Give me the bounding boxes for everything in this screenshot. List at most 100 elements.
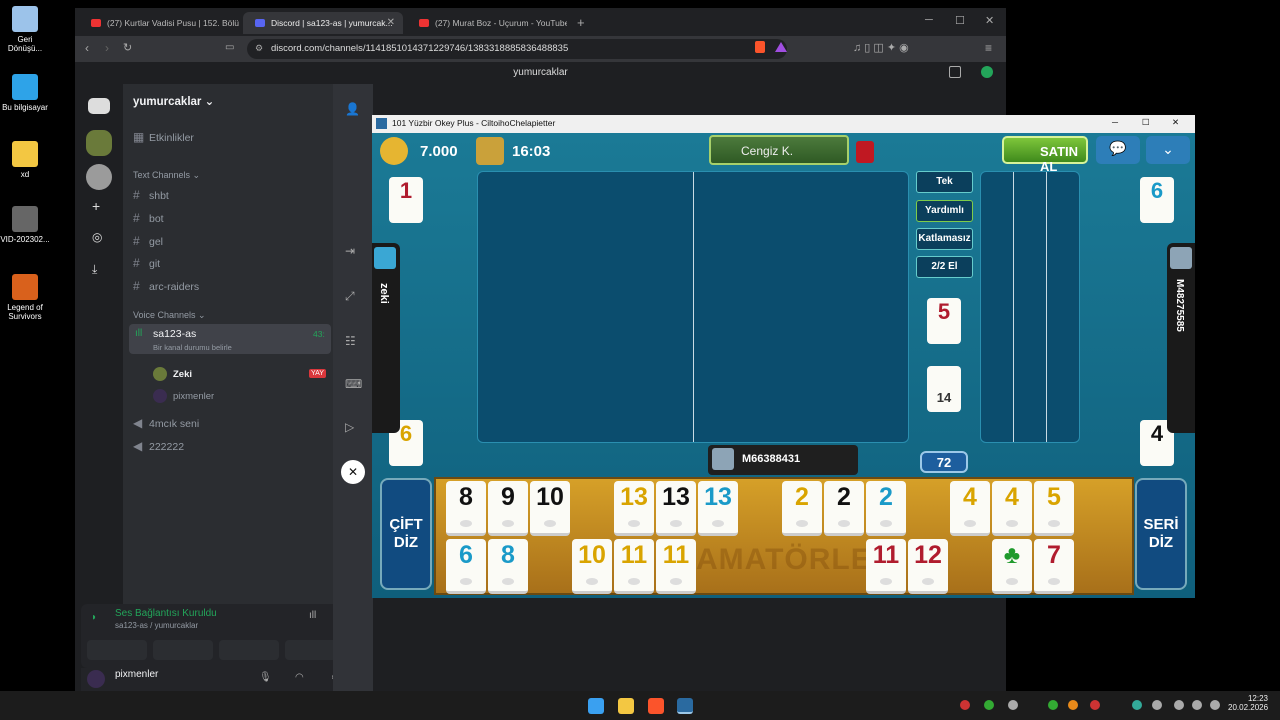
connection-channel[interactable]: sa123-as / yumurcaklar <box>115 621 198 630</box>
maximize-icon[interactable]: ☐ <box>1142 117 1150 128</box>
chevron-down-icon[interactable]: ⌄ <box>1146 136 1190 164</box>
url-input[interactable]: ⚙ discord.com/channels/11418510143712297… <box>247 39 787 59</box>
close-window-icon[interactable]: ✕ <box>1172 117 1179 128</box>
rack-tile[interactable]: 5 <box>1034 481 1074 536</box>
server-icon-other[interactable] <box>86 164 112 190</box>
rack-tile[interactable]: 10 <box>530 481 570 536</box>
right-player-panel[interactable]: M48275585 <box>1167 243 1195 433</box>
tag-icon[interactable]: ▷ <box>345 420 354 434</box>
channel-gel[interactable]: # gel <box>133 234 163 248</box>
site-info-icon[interactable]: ⚙ <box>255 43 263 54</box>
server-name[interactable]: yumurcaklar ⌄ <box>133 94 214 108</box>
rack-tile[interactable]: ♣ <box>992 539 1032 594</box>
discord-home-icon[interactable] <box>88 98 110 114</box>
wifi-icon[interactable] <box>1174 700 1184 710</box>
category-text-channels[interactable]: Text Channels ⌄ <box>133 170 200 181</box>
discard-tile-top-left[interactable]: 1 <box>389 177 423 223</box>
help-icon[interactable] <box>981 66 993 78</box>
brave-icon[interactable] <box>648 698 664 714</box>
draw-pile-tile[interactable]: 14 <box>927 366 961 412</box>
headphone-icon[interactable]: ◠ <box>295 672 304 683</box>
chat-icon[interactable]: 💬 <box>1096 136 1140 164</box>
start-icon[interactable] <box>588 698 604 714</box>
sliders-icon[interactable]: ☷ <box>345 334 356 348</box>
maximize-icon[interactable]: ☐ <box>955 14 965 27</box>
volume-icon[interactable] <box>1192 700 1202 710</box>
microphone-icon[interactable] <box>1152 700 1162 710</box>
exit-icon[interactable]: ⇥ <box>345 244 355 258</box>
pair-sort-button[interactable]: ÇİFT DİZ <box>380 478 432 590</box>
forward-icon[interactable]: › <box>105 41 109 55</box>
rack-tile[interactable]: 11 <box>614 539 654 594</box>
new-tab-button[interactable]: + <box>577 15 585 30</box>
rack-tile[interactable]: 2 <box>866 481 906 536</box>
tab-youtube-1[interactable]: (27) Kurtlar Vadisi Pusu | 152. Bölüm <box>79 12 239 34</box>
noise-icon[interactable]: ıll <box>309 610 316 621</box>
avatar[interactable] <box>87 670 105 688</box>
rack-tile[interactable]: 8 <box>488 539 528 594</box>
tray-icon[interactable] <box>1090 700 1100 710</box>
tab-discord[interactable]: Discord | sa123-as | yumurcak... ✕ <box>243 12 403 34</box>
desktop-icon-video[interactable]: VID-202302... <box>0 206 50 244</box>
extensions-icon[interactable]: ♫ ▯ ◫ ✦ ◉ <box>853 41 909 54</box>
rack-tile[interactable]: 4 <box>992 481 1032 536</box>
voice-member-name[interactable]: pixmenler <box>173 391 214 402</box>
rack-tile[interactable]: 8 <box>446 481 486 536</box>
voice-member-name[interactable]: Zeki <box>173 369 192 380</box>
category-voice-channels[interactable]: Voice Channels ⌄ <box>133 310 206 321</box>
desktop-icon-this-pc[interactable]: Bu bilgisayar <box>0 74 50 112</box>
server-icon-yumurcaklar[interactable] <box>86 130 112 156</box>
add-server-icon[interactable]: + <box>92 198 100 214</box>
channel-shbt[interactable]: # shbt <box>133 188 169 202</box>
tray-icon[interactable] <box>1008 700 1018 710</box>
rack-tile[interactable]: 13 <box>656 481 696 536</box>
voice-channel-4mcik[interactable]: ◀ 4mcık seni <box>133 416 199 430</box>
rack-tile[interactable]: 2 <box>782 481 822 536</box>
inbox-icon[interactable] <box>949 66 961 78</box>
rack-tile[interactable]: 12 <box>908 539 948 594</box>
okey-app-icon[interactable] <box>677 698 693 714</box>
tab-youtube-2[interactable]: (27) Murat Boz - Uçurum - YouTube <box>407 12 567 34</box>
battery-icon[interactable] <box>1210 700 1220 710</box>
voice-channel-active[interactable]: ıll sa123-as Bir kanal durumu belirle 43… <box>129 324 331 354</box>
rack-tile[interactable]: 11 <box>656 539 696 594</box>
camera-button[interactable] <box>87 640 147 660</box>
microphone-icon[interactable]: 🎙 <box>259 672 272 683</box>
minimize-icon[interactable]: ─ <box>925 14 933 26</box>
minimize-icon[interactable]: ─ <box>1112 117 1118 127</box>
tray-icon[interactable] <box>984 700 994 710</box>
bottom-player-nameplate[interactable]: M66388431 <box>708 445 858 475</box>
expand-icon[interactable]: ⤢ <box>345 289 355 304</box>
add-friend-icon[interactable]: 👤 <box>345 102 360 116</box>
buy-button[interactable]: SATIN AL <box>1002 136 1088 174</box>
bookmark-icon[interactable]: ▭ <box>225 42 234 53</box>
indicator-tile[interactable]: 5 <box>927 298 961 344</box>
channel-arc-raiders[interactable]: # arc-raiders <box>133 279 199 293</box>
events-item[interactable]: ▦ Etkinlikler <box>133 130 194 144</box>
desktop-icon-folder[interactable]: xd <box>0 141 50 179</box>
rack-tile[interactable]: 2 <box>824 481 864 536</box>
rack-tile[interactable]: 4 <box>950 481 990 536</box>
rack-tile[interactable]: 13 <box>614 481 654 536</box>
close-window-icon[interactable]: ✕ <box>985 14 994 27</box>
connection-status[interactable]: Ses Bağlantısı Kuruldu <box>115 608 217 619</box>
rack-tile[interactable]: 7 <box>1034 539 1074 594</box>
brave-shield-icon[interactable] <box>755 41 765 53</box>
screen-share-button[interactable] <box>153 640 213 660</box>
rack-tile[interactable]: 11 <box>866 539 906 594</box>
left-player-panel[interactable]: zeki <box>372 243 400 433</box>
channel-bot[interactable]: # bot <box>133 211 164 225</box>
voice-channel-222222[interactable]: ◀ 222222 <box>133 439 184 453</box>
keyboard-icon[interactable]: ⌨ <box>345 377 362 391</box>
tray-icon[interactable] <box>1048 700 1058 710</box>
download-icon[interactable]: ⤓ <box>92 262 97 277</box>
desktop-icon-recycle-bin[interactable]: Geri Dönüşü... <box>0 6 50 53</box>
discard-tile-top-right[interactable]: 6 <box>1140 177 1174 223</box>
clock[interactable]: 12:23 20.02.2026 <box>1228 694 1268 712</box>
back-icon[interactable]: ‹ <box>85 41 89 55</box>
rack-tile[interactable]: 13 <box>698 481 738 536</box>
discover-icon[interactable]: ◎ <box>92 230 102 244</box>
file-explorer-icon[interactable] <box>618 698 634 714</box>
activities-button[interactable] <box>219 640 279 660</box>
rack-tile[interactable]: 9 <box>488 481 528 536</box>
